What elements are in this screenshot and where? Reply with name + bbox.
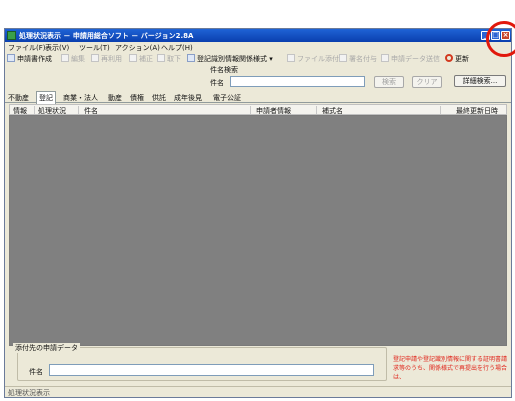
tab-movables[interactable]: 動産 <box>106 92 124 103</box>
register-cert-dropdown[interactable]: 登記識別情報関係様式 ▾ <box>187 54 273 64</box>
withdraw-icon <box>157 54 165 62</box>
search-group-label: 件名検索 <box>210 66 238 74</box>
edit-icon <box>61 54 69 62</box>
amend-icon <box>129 54 137 62</box>
search-input[interactable] <box>230 76 365 87</box>
tab-deposit[interactable]: 供託 <box>150 92 168 103</box>
tab-guardianship[interactable]: 成年後見 <box>172 92 204 103</box>
menu-tools[interactable]: ツール(T) <box>79 43 110 53</box>
title-bar: 処理状況表示 － 申請用総合ソフト － バージョン2.8A _ □ × <box>5 29 511 42</box>
tab-commercial[interactable]: 商業・法人 <box>61 92 100 103</box>
copy-icon <box>91 54 99 62</box>
menu-file[interactable]: ファイル(F) <box>8 43 46 53</box>
menu-bar: ファイル(F) 表示(V) ツール(T) アクション(A) ヘルプ(H) <box>5 42 511 53</box>
withdraw-button[interactable]: 取下 <box>157 54 181 64</box>
sign-button[interactable]: 署名付与 <box>339 54 377 64</box>
toolbar: 申請書作成 編集 再利用 補正 取下 登記識別情報関係様式 ▾ ファイル添付 署… <box>5 53 511 65</box>
status-text: 処理状況表示 <box>8 389 50 397</box>
amend-button[interactable]: 補正 <box>129 54 153 64</box>
attachment-input[interactable] <box>49 364 374 376</box>
refresh-icon <box>445 54 453 62</box>
main-window: 処理状況表示 － 申請用総合ソフト － バージョン2.8A _ □ × ファイル… <box>4 28 512 398</box>
highlight-circle <box>486 21 515 57</box>
window-title: 処理状況表示 － 申請用総合ソフト － バージョン2.8A <box>19 32 194 40</box>
reuse-button[interactable]: 再利用 <box>91 54 122 64</box>
menu-action[interactable]: アクション(A) <box>115 43 160 53</box>
attachment-field-label: 件名 <box>29 368 43 376</box>
tab-registration[interactable]: 登記 <box>36 91 56 104</box>
attach-file-button[interactable]: ファイル添付 <box>287 54 339 64</box>
grid-body[interactable] <box>9 115 507 346</box>
tab-real-estate[interactable]: 不動産 <box>6 92 31 103</box>
document-new-icon <box>7 54 15 62</box>
search-group: 件名検索 件名 検索 クリア 詳細検索... <box>210 65 510 91</box>
menu-view[interactable]: 表示(V) <box>45 43 69 53</box>
grid-header: 情報 処理状況 件名 申請者情報 補式名 最終更新日時 <box>9 104 507 115</box>
edit-button[interactable]: 編集 <box>61 54 85 64</box>
clear-button[interactable]: クリア <box>412 76 442 88</box>
create-button[interactable]: 申請書作成 <box>7 54 52 64</box>
search-field-label: 件名 <box>210 79 224 87</box>
tab-claims[interactable]: 債権 <box>128 92 146 103</box>
notice-text: 登記申請や登記識別情報に関する証明書請求等のうち、関係様式で再提出を行う場合は、 <box>393 356 508 381</box>
attachment-group-label: 添付先の申請データ <box>13 343 80 353</box>
send-data-button[interactable]: 申請データ送信 <box>381 54 440 64</box>
detail-search-button[interactable]: 詳細検索... <box>454 75 506 87</box>
attach-icon <box>287 54 295 62</box>
category-tabs: 不動産 登記 商業・法人 動産 債権 供託 成年後見 電子公証 <box>5 91 511 104</box>
search-button[interactable]: 検索 <box>374 76 404 88</box>
app-icon <box>7 31 16 40</box>
signature-icon <box>339 54 347 62</box>
menu-help[interactable]: ヘルプ(H) <box>161 43 193 53</box>
refresh-button[interactable]: 更新 <box>445 54 469 64</box>
send-icon <box>381 54 389 62</box>
certificate-icon <box>187 54 195 62</box>
status-bar: 処理状況表示 <box>5 386 511 397</box>
tab-notary[interactable]: 電子公証 <box>211 92 243 103</box>
